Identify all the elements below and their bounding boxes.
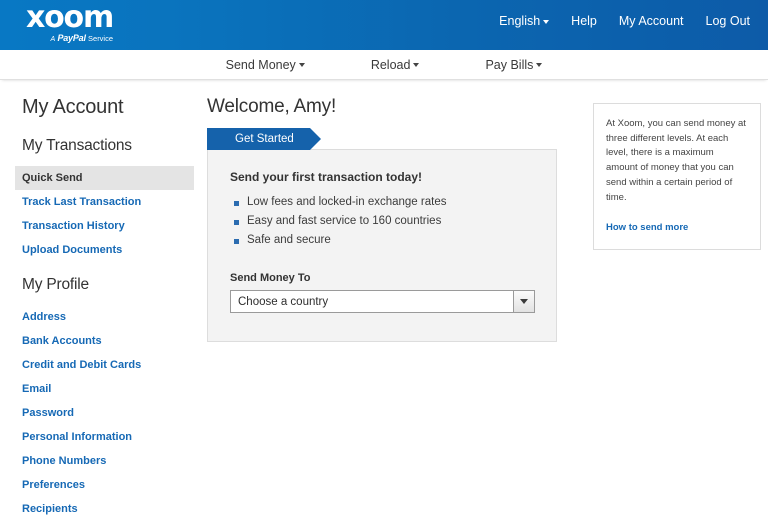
tab-get-started-label: Get Started (235, 133, 294, 145)
sidebar-item-preferences[interactable]: Preferences (15, 473, 194, 497)
sidebar-item-address[interactable]: Address (15, 305, 194, 329)
nav-my-account[interactable]: My Account (619, 14, 684, 28)
sidebar-item-track-last-transaction[interactable]: Track Last Transaction (15, 190, 194, 214)
language-label: English (499, 14, 540, 28)
logo-wordmark: xoom (26, 3, 113, 33)
xoom-logo[interactable]: xoom A PayPal Service (26, 3, 113, 43)
list-item: Easy and fast service to 160 countries (230, 215, 534, 227)
nav-help[interactable]: Help (571, 14, 597, 28)
top-navigation: English Help My Account Log Out (499, 14, 750, 28)
chevron-down-icon (536, 63, 542, 67)
sidebar-item-quick-send[interactable]: Quick Send (15, 166, 194, 190)
sidebar-item-email[interactable]: Email (15, 377, 194, 401)
get-started-panel: Send your first transaction today! Low f… (207, 150, 557, 342)
logo-tagline-service: Service (88, 34, 113, 43)
sidebar-item-personal-information[interactable]: Personal Information (15, 425, 194, 449)
welcome-heading: Welcome, Amy! (207, 96, 557, 118)
subnav-reload[interactable]: Reload (371, 58, 420, 72)
language-selector[interactable]: English (499, 14, 549, 28)
dropdown-arrow-button[interactable] (513, 291, 534, 312)
sidebar-item-bank-accounts[interactable]: Bank Accounts (15, 329, 194, 353)
chevron-down-icon (413, 63, 419, 67)
main-content: Welcome, Amy! Get Started Send your firs… (207, 96, 557, 521)
sidebar-item-credit-and-debit-cards[interactable]: Credit and Debit Cards (15, 353, 194, 377)
logo-tagline-a: A (51, 36, 56, 43)
sidebar: My Account My Transactions Quick Send Tr… (0, 96, 200, 521)
country-select[interactable]: Choose a country (230, 290, 535, 313)
sidebar-item-phone-numbers[interactable]: Phone Numbers (15, 449, 194, 473)
panel-heading: Send your first transaction today! (230, 170, 534, 184)
subnav-send-money-label: Send Money (226, 58, 296, 72)
tab-get-started[interactable]: Get Started (207, 128, 310, 150)
tab-strip: Get Started (207, 128, 557, 150)
how-to-send-more-link[interactable]: How to send more (606, 222, 688, 233)
subnav-send-money[interactable]: Send Money (226, 58, 305, 72)
country-field-label: Send Money To (230, 272, 534, 284)
sidebar-item-recipients[interactable]: Recipients (15, 497, 194, 521)
chevron-down-icon (543, 20, 549, 24)
country-select-value: Choose a country (231, 296, 328, 308)
send-limits-infobox: At Xoom, you can send money at three dif… (593, 103, 761, 250)
sidebar-spacer (22, 262, 200, 276)
list-item: Safe and secure (230, 234, 534, 246)
sidebar-item-upload-documents[interactable]: Upload Documents (15, 238, 194, 262)
paypal-wordmark: PayPal (57, 33, 85, 43)
subnav-reload-label: Reload (371, 58, 411, 72)
subnav-pay-bills-label: Pay Bills (485, 58, 533, 72)
site-header: xoom A PayPal Service English Help My Ac… (0, 0, 768, 50)
chevron-down-icon (299, 63, 305, 67)
sidebar-heading-profile: My Profile (22, 276, 200, 294)
nav-log-out[interactable]: Log Out (706, 14, 750, 28)
sidebar-item-transaction-history[interactable]: Transaction History (15, 214, 194, 238)
page-title: My Account (22, 96, 200, 119)
subnav-pay-bills[interactable]: Pay Bills (485, 58, 542, 72)
sidebar-heading-transactions: My Transactions (22, 137, 200, 155)
page-body: My Account My Transactions Quick Send Tr… (0, 80, 768, 521)
chevron-down-icon (520, 299, 528, 304)
sidebar-right: At Xoom, you can send money at three dif… (593, 103, 761, 521)
sidebar-item-password[interactable]: Password (15, 401, 194, 425)
logo-tagline: A PayPal Service (26, 34, 113, 43)
infobox-text: At Xoom, you can send money at three dif… (606, 117, 748, 205)
list-item: Low fees and locked-in exchange rates (230, 196, 534, 208)
secondary-navigation: Send Money Reload Pay Bills (0, 50, 768, 80)
benefits-list: Low fees and locked-in exchange rates Ea… (230, 196, 534, 246)
